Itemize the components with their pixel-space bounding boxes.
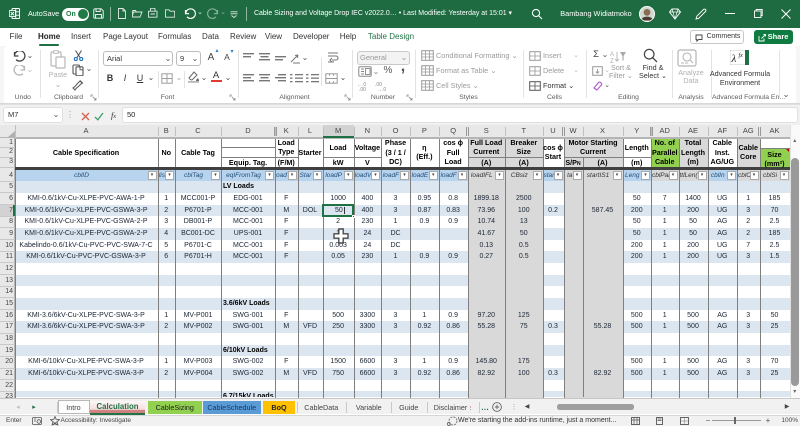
svg-text:→.0: →.0 (377, 87, 386, 91)
svg-text:.00: .00 (359, 87, 366, 91)
svg-text:λ: λ (731, 53, 737, 65)
svg-text:A: A (610, 52, 614, 58)
svg-text:fx: fx (739, 52, 744, 59)
